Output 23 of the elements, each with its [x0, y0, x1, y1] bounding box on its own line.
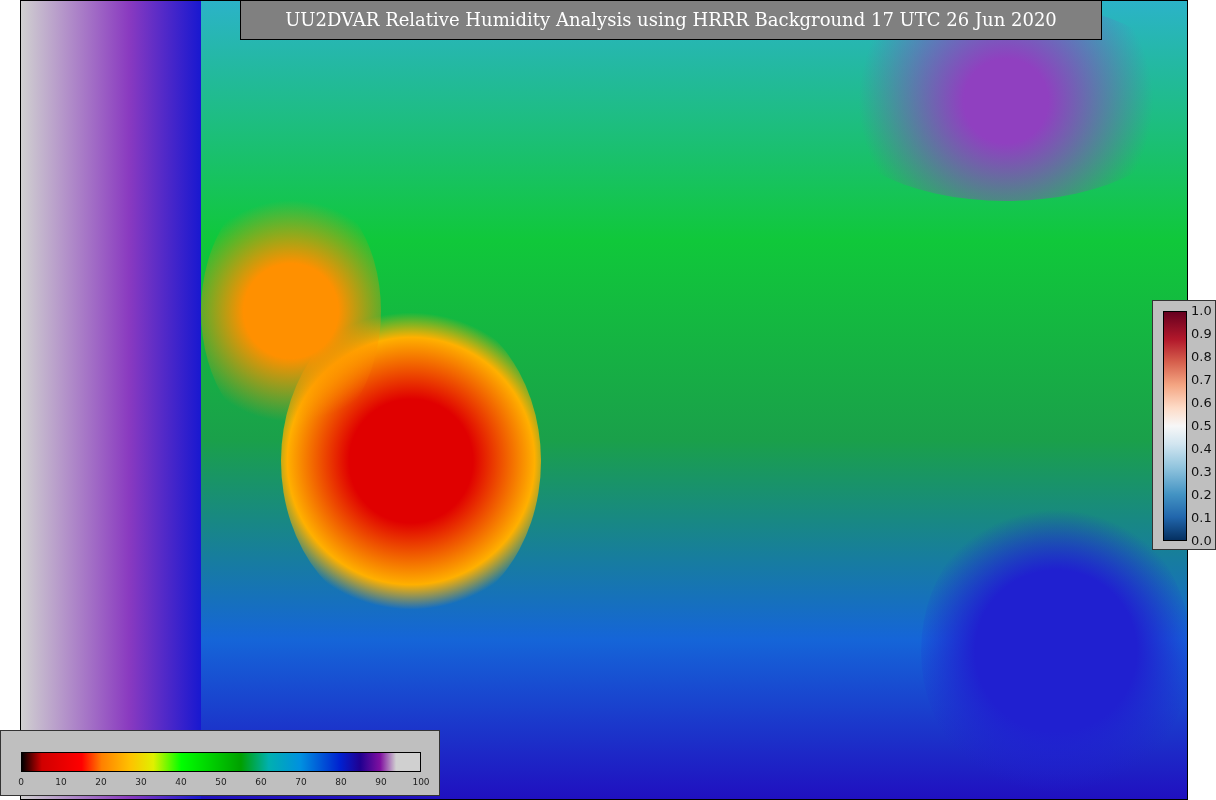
tick-label: 0.9	[1191, 327, 1212, 341]
tick-label: 20	[95, 776, 107, 789]
tick-label: 90	[375, 776, 387, 789]
tick-label: 60	[255, 776, 267, 789]
tick-label: 80	[335, 776, 347, 789]
tick-label: 0.6	[1191, 396, 1212, 410]
tick-label: 0	[18, 776, 24, 789]
tick-label: 0.4	[1191, 442, 1212, 456]
tick-label: 0.5	[1191, 419, 1212, 433]
tick-label: 0.2	[1191, 488, 1212, 502]
tick-label: 10	[55, 776, 67, 789]
tick-label: 0.0	[1191, 534, 1212, 548]
tick-label: 70	[295, 776, 307, 789]
tick-label: 0.8	[1191, 350, 1212, 364]
tick-label: 0.3	[1191, 465, 1212, 479]
map-title: UU2DVAR Relative Humidity Analysis using HRRR Background 17 UTC 26 Jun 2020	[240, 0, 1102, 40]
tick-label: 0.1	[1191, 511, 1212, 525]
tick-label: 30	[135, 776, 147, 789]
tick-label: 0.7	[1191, 373, 1212, 387]
tick-label: 40	[175, 776, 187, 789]
tick-label: 50	[215, 776, 227, 789]
tick-label: 100	[412, 776, 430, 789]
tick-label: 1.0	[1191, 304, 1212, 318]
